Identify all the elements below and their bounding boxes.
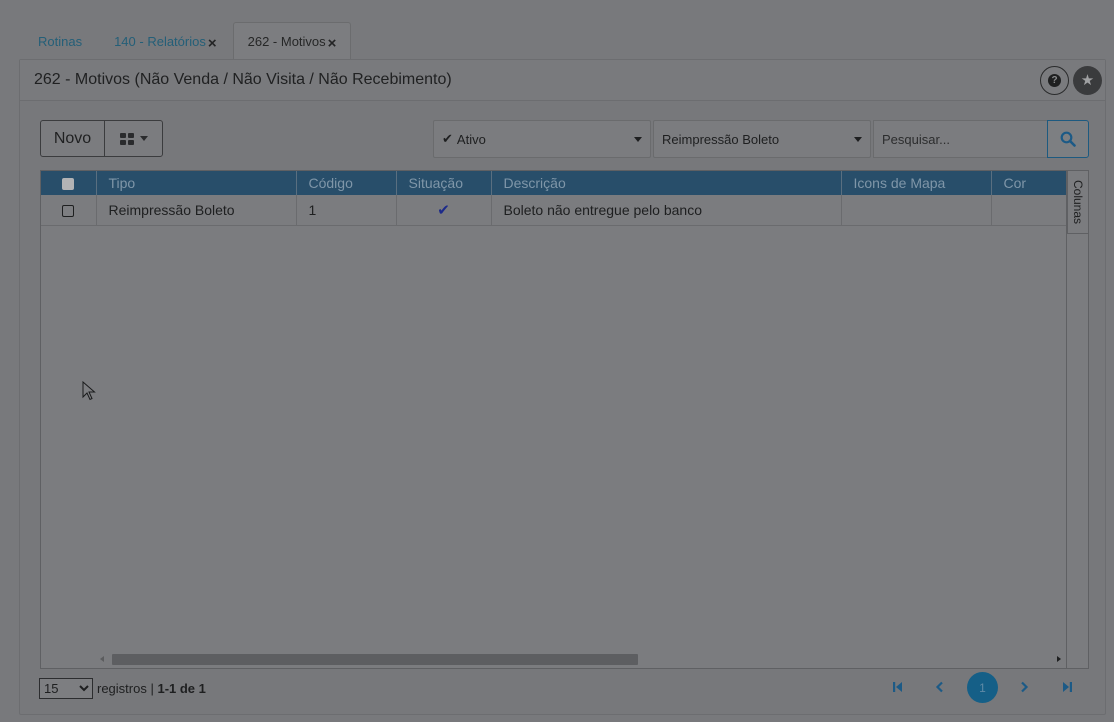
records-range: 1-1 de 1 — [157, 681, 206, 696]
cell-descricao: Boleto não entregue pelo banco — [491, 195, 842, 226]
last-page-icon — [1063, 682, 1072, 692]
columns-panel-toggle[interactable]: Colunas — [1067, 171, 1088, 234]
tab-bar: Rotinas 140 - Relatórios × 262 - Motivos… — [22, 22, 352, 60]
chevron-right-icon — [1021, 681, 1029, 693]
question-circle-icon: ? — [1048, 74, 1061, 87]
motivo-filter-select[interactable]: Reimpressão Boleto — [653, 120, 871, 158]
current-page-button[interactable]: 1 — [967, 672, 998, 703]
cell-codigo: 1 — [296, 195, 397, 226]
help-button[interactable]: ? — [1040, 66, 1069, 95]
previous-page-button[interactable] — [929, 672, 951, 702]
column-header-tipo[interactable]: Tipo — [96, 171, 297, 195]
last-page-button[interactable] — [1056, 672, 1078, 702]
tab-label: Rotinas — [38, 33, 83, 49]
scroll-left-icon[interactable] — [100, 656, 104, 662]
column-header-descricao[interactable]: Descrição — [491, 171, 842, 195]
column-header-cor[interactable]: Cor — [991, 171, 1069, 195]
tab-motivos[interactable]: 262 - Motivos × — [232, 22, 352, 60]
registros-label: registros — [97, 681, 147, 696]
caret-down-icon — [139, 136, 148, 141]
first-page-icon — [893, 682, 902, 692]
first-page-button[interactable] — [887, 672, 909, 702]
close-icon[interactable]: × — [328, 32, 337, 51]
favorite-button[interactable]: ★ — [1073, 66, 1102, 95]
new-button-group: Novo — [40, 120, 163, 157]
records-info: registros | 1-1 de 1 — [97, 681, 206, 696]
column-header-situacao[interactable]: Situação — [396, 171, 492, 195]
situacao-filter-select[interactable]: ✔ Ativo — [433, 120, 651, 158]
data-grid: Tipo Código Situação Descrição Icons de … — [40, 170, 1089, 669]
horizontal-scrollbar[interactable] — [58, 652, 1064, 666]
records-table: Tipo Código Situação Descrição Icons de … — [41, 171, 1069, 226]
caret-down-icon — [854, 137, 862, 142]
scrollbar-thumb[interactable] — [112, 654, 638, 665]
next-page-button[interactable] — [1013, 672, 1035, 702]
caret-down-icon — [634, 137, 642, 142]
search-icon — [1060, 131, 1076, 147]
cell-situacao: ✔ — [396, 195, 492, 226]
search-button[interactable] — [1047, 120, 1089, 158]
chevron-left-icon — [935, 681, 943, 693]
select-all-cell — [41, 171, 97, 195]
page-size-select[interactable]: 15 — [39, 678, 93, 699]
row-select-cell — [41, 195, 97, 226]
check-icon: ✔ — [442, 131, 453, 146]
mouse-pointer-icon — [82, 381, 96, 401]
novo-button[interactable]: Novo — [41, 121, 105, 156]
panel-header: 262 - Motivos (Não Venda / Não Visita / … — [20, 60, 1105, 101]
table-row[interactable]: Reimpressão Boleto 1 ✔ Boleto não entreg… — [41, 195, 1069, 226]
column-header-icons-mapa[interactable]: Icons de Mapa — [841, 171, 992, 195]
page-title: 262 - Motivos (Não Venda / Não Visita / … — [34, 71, 452, 88]
tab-label: 262 - Motivos — [247, 34, 326, 49]
cell-tipo: Reimpressão Boleto — [96, 195, 297, 226]
layout-dropdown-button[interactable] — [105, 121, 162, 156]
row-checkbox[interactable] — [62, 205, 75, 218]
star-icon: ★ — [1080, 72, 1095, 89]
main-panel: 262 - Motivos (Não Venda / Não Visita / … — [19, 59, 1106, 715]
columns-tab-label: Colunas — [1071, 179, 1085, 225]
grid-icon — [119, 132, 134, 145]
search-input[interactable] — [873, 120, 1048, 158]
tab-label: 140 - Relatórios — [114, 33, 206, 49]
check-icon: ✔ — [437, 201, 450, 219]
tab-rotinas[interactable]: Rotinas — [22, 22, 98, 60]
close-icon[interactable]: × — [208, 32, 217, 51]
cell-cor — [991, 195, 1069, 226]
grid-divider — [1066, 171, 1067, 668]
situacao-filter-value: Ativo — [456, 131, 486, 147]
cell-icons-mapa — [841, 195, 992, 226]
select-all-checkbox[interactable] — [62, 178, 75, 191]
table-header-row: Tipo Código Situação Descrição Icons de … — [41, 171, 1069, 195]
tab-relatorios[interactable]: 140 - Relatórios × — [98, 22, 233, 60]
scroll-right-icon[interactable] — [1057, 656, 1061, 662]
motivo-filter-value: Reimpressão Boleto — [662, 131, 780, 147]
column-header-codigo[interactable]: Código — [296, 171, 397, 195]
